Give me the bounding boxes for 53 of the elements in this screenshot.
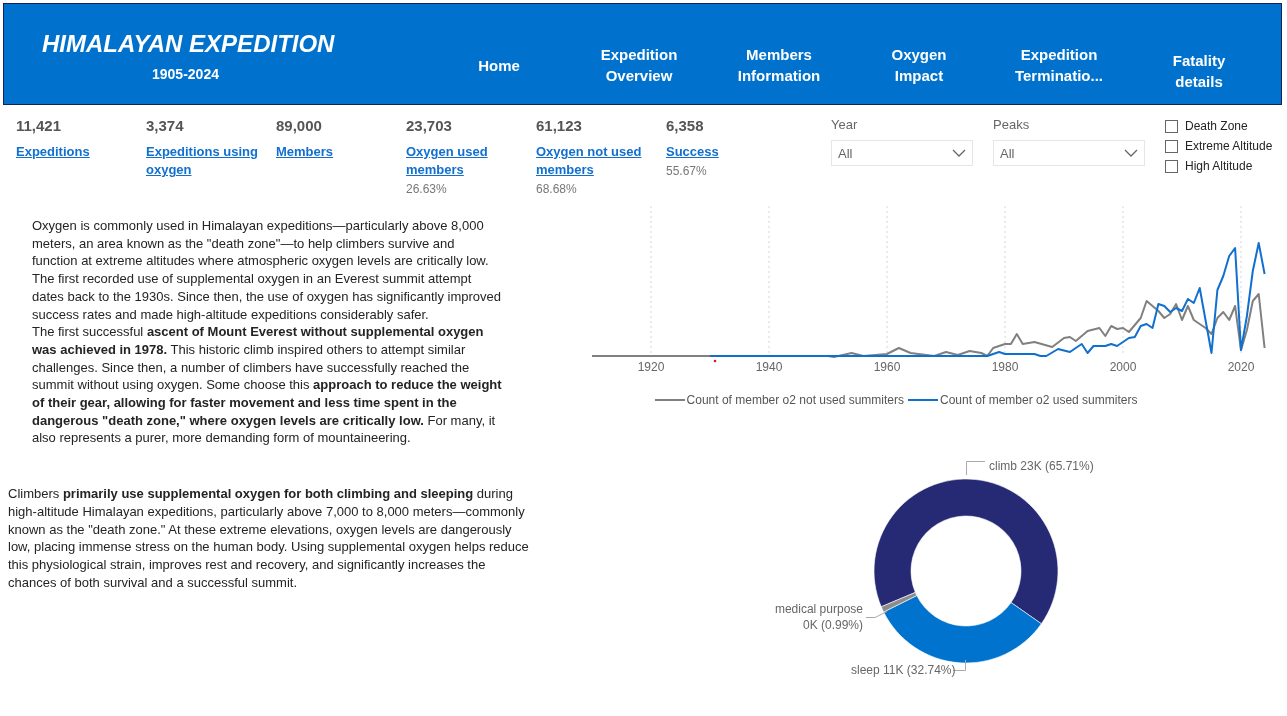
paragraph: Oxygen is commonly used in Himalayan expeditions—particularly above 8,000 meters, an area known as the "death zone"—to help climbers survive and function at extreme altitudes where atmospheric oxygen levels are critically low. The first recorded use of supplemental oxygen in an Everest summit attempt dates back to the 1930s. Since then, the use of oxygen has significantly improved success rates and made high-altitude expeditions considerably safer. bbox=[32, 217, 502, 324]
paragraph: Climbers primarily use supplemental oxygen for both climbing and sleeping during high-altitude Himalayan expeditions, particularly above 7,000 to 8,000 meters—commonly known as the "death zone." At these extreme elevations, oxygen levels are dangerously low, placing immense stress on the human body. Using supplemental oxygen helps reduce this physiological strain, improves rest and recovery, and significantly increases the chances of both survival and a successful summit. bbox=[8, 485, 530, 592]
paragraph: The first successful ascent of Mount Everest without supplemental oxygen was achieved in 1978. This historic climb inspired others to attempt similar challenges. Since then, a number of climbers have successfully reached the summit without using oxygen. Some choose this approach to reduce the weight of their gear, allowing for faster movement and less time spent in the dangerous "death zone," where oxygen levels are critically low. For many, it also represents a purer, more demanding form of mountaineering. bbox=[32, 323, 502, 448]
kpi-link[interactable]: Expeditions bbox=[16, 143, 134, 161]
filter-label: Year bbox=[831, 117, 859, 132]
axis-tick-label: 2000 bbox=[1109, 360, 1137, 374]
chevron-down-icon bbox=[1124, 149, 1138, 157]
kpi-value: 11,421 bbox=[16, 117, 63, 134]
kpi-value: 3,374 bbox=[146, 117, 185, 134]
kpi-value: 61,123 bbox=[536, 117, 583, 134]
date-range: 1905-2024 bbox=[152, 66, 220, 82]
dashboard-title: HIMALAYAN EXPEDITION bbox=[42, 30, 336, 58]
dropdown[interactable]: All bbox=[993, 140, 1145, 166]
data-label: climb 23K (65.71%) bbox=[989, 459, 1094, 473]
leader-line bbox=[953, 660, 966, 671]
kpi-value: 6,358 bbox=[666, 117, 705, 134]
kpi-percent: 55.67% bbox=[666, 164, 708, 178]
kpi-percent: 26.63% bbox=[406, 182, 448, 196]
checkbox[interactable] bbox=[1165, 159, 1178, 173]
axis-tick-label: 1980 bbox=[991, 360, 1019, 374]
kpi-link[interactable]: Oxygen not used members bbox=[536, 143, 654, 179]
axis-tick-label: 1960 bbox=[873, 360, 901, 374]
legend-label: Count of member o2 not used summiters bbox=[686, 393, 904, 407]
chevron-down-icon bbox=[952, 149, 966, 157]
axis-tick-label: 1940 bbox=[755, 360, 783, 374]
dropdown[interactable]: All bbox=[831, 140, 973, 166]
filter-label: Peaks bbox=[993, 117, 1031, 132]
leader-line bbox=[866, 611, 887, 618]
kpi-value: 89,000 bbox=[276, 117, 323, 134]
data-label: sleep 11K (32.74%) bbox=[851, 663, 956, 677]
nav-link[interactable]: Members Information bbox=[727, 44, 831, 86]
kpi-value: 23,703 bbox=[406, 117, 453, 134]
axis-tick-label: 1920 bbox=[637, 360, 665, 374]
kpi-link[interactable]: Expeditions using oxygen bbox=[146, 143, 264, 179]
checkbox[interactable] bbox=[1165, 119, 1178, 133]
checkbox-label: High Altitude bbox=[1185, 159, 1253, 173]
nav-link[interactable]: Expedition Overview bbox=[587, 44, 691, 86]
checkbox[interactable] bbox=[1165, 139, 1178, 153]
leader-line bbox=[966, 461, 985, 475]
checkbox-label: Death Zone bbox=[1185, 119, 1248, 133]
axis-tick-label: 2020 bbox=[1227, 360, 1255, 374]
nav-link[interactable]: Fatality details bbox=[1159, 38, 1239, 92]
legend-label: Count of member o2 used summiters bbox=[940, 393, 1138, 407]
data-label: medical purpose 0K (0.99%) bbox=[773, 601, 863, 633]
marker-dot bbox=[713, 359, 717, 363]
nav-link[interactable]: Home bbox=[447, 54, 551, 76]
kpi-link[interactable]: Success bbox=[666, 143, 784, 161]
kpi-link[interactable]: Oxygen used members bbox=[406, 143, 524, 179]
checkbox-label: Extreme Altitude bbox=[1185, 139, 1273, 153]
kpi-link[interactable]: Members bbox=[276, 143, 394, 161]
kpi-percent: 68.68% bbox=[536, 182, 578, 196]
nav-link[interactable]: Expedition Terminatio... bbox=[1007, 44, 1111, 86]
nav-link[interactable]: Oxygen Impact bbox=[867, 44, 971, 86]
